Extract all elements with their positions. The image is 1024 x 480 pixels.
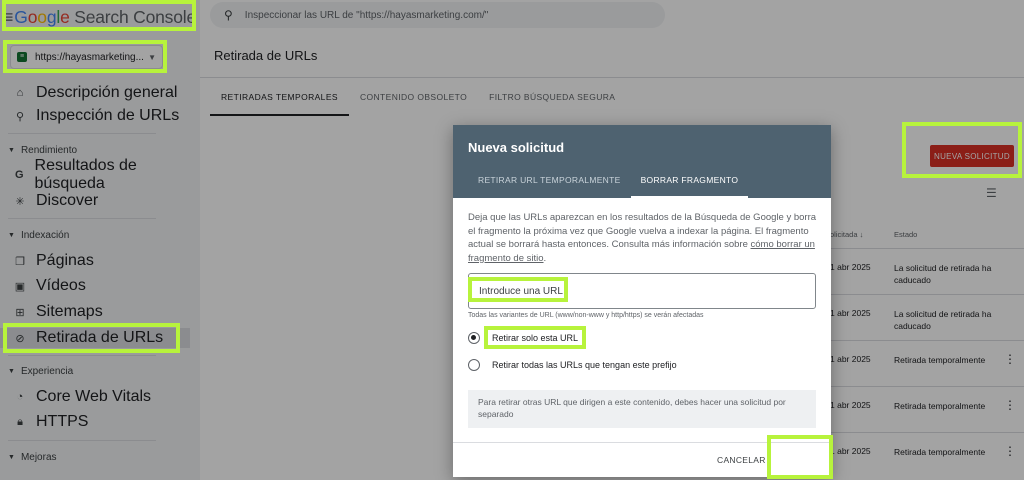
tab-temporary-remove-url[interactable]: RETIRAR URL TEMPORALMENTE: [468, 175, 631, 198]
tab-clear-snippet[interactable]: BORRAR FRAGMENTO: [630, 175, 749, 198]
dialog-description: Deja que las URLs aparezcan en los resul…: [468, 211, 818, 265]
description-end: .: [543, 252, 547, 264]
dialog-footer: CANCELAR SIGUIENTE: [453, 442, 831, 477]
url-input-placeholder: Introduce una URL: [479, 286, 563, 297]
new-request-dialog: Nueva solicitud RETIRAR URL TEMPORALMENT…: [453, 125, 831, 477]
url-helper-text: Todas las variantes de URL (www/non-www …: [468, 312, 704, 319]
radio-option-this-url[interactable]: Retirar solo esta URL: [468, 332, 578, 344]
dialog-tabs: RETIRAR URL TEMPORALMENTE BORRAR FRAGMEN…: [468, 175, 749, 198]
radio-unchecked-icon[interactable]: [468, 359, 480, 371]
info-box: Para retirar otras URL que dirigen a est…: [468, 390, 816, 428]
radio-label: Retirar todas las URLs que tengan este p…: [492, 360, 677, 370]
next-button[interactable]: SIGUIENTE: [774, 446, 824, 476]
cancel-button[interactable]: CANCELAR: [717, 455, 766, 465]
dialog-header: Nueva solicitud RETIRAR URL TEMPORALMENT…: [453, 125, 831, 198]
radio-option-prefix[interactable]: Retirar todas las URLs que tengan este p…: [468, 359, 677, 371]
dialog-title: Nueva solicitud: [468, 140, 565, 155]
url-input[interactable]: Introduce una URL: [468, 273, 816, 309]
radio-label: Retirar solo esta URL: [492, 333, 579, 343]
radio-checked-icon[interactable]: [468, 332, 480, 344]
